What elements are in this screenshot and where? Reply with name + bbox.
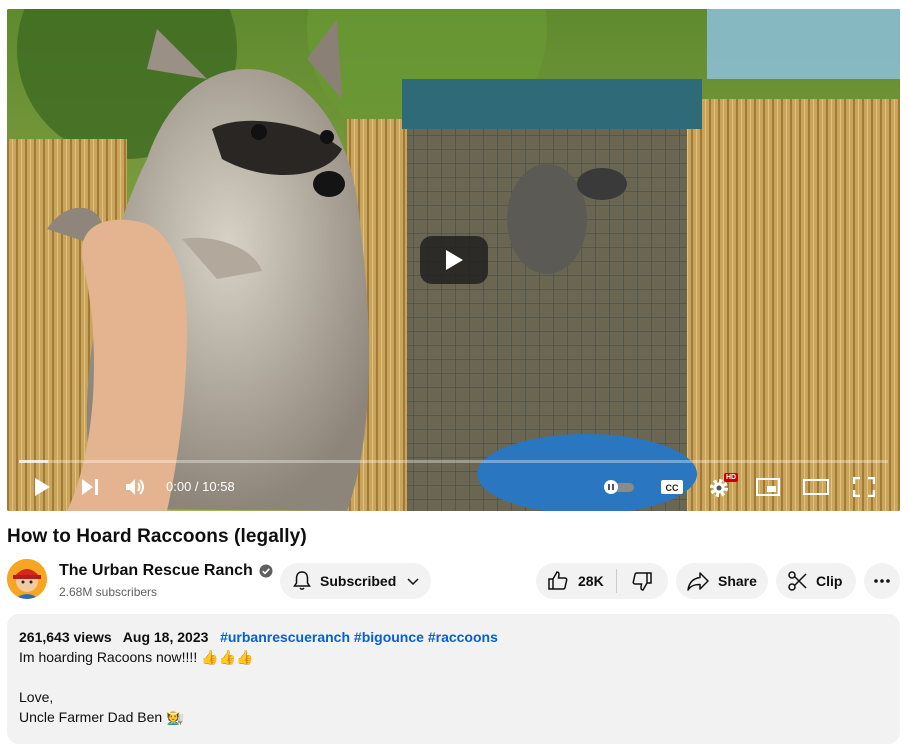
play-icon bbox=[446, 250, 463, 270]
captions-icon: CC bbox=[661, 480, 683, 494]
chevron-down-icon bbox=[407, 578, 419, 586]
time-current: 0:00 bbox=[166, 479, 192, 494]
volume-icon bbox=[126, 479, 144, 495]
autoplay-toggle[interactable] bbox=[601, 472, 637, 502]
share-label: Share bbox=[718, 573, 757, 589]
fullscreen-icon bbox=[853, 477, 875, 497]
like-button[interactable]: 28K bbox=[536, 563, 616, 599]
subscribe-button[interactable]: Subscribed bbox=[280, 563, 431, 599]
clip-label: Clip bbox=[816, 573, 843, 589]
theater-mode-button[interactable] bbox=[801, 472, 831, 502]
time-display: 0:00 / 10:58 bbox=[166, 479, 235, 494]
settings-button[interactable]: HD bbox=[705, 472, 739, 502]
upload-date: Aug 18, 2023 bbox=[122, 629, 209, 645]
like-dislike-group: 28K bbox=[536, 563, 668, 599]
view-count: 261,643 views bbox=[19, 629, 112, 645]
video-title: How to Hoard Raccoons (legally) bbox=[7, 526, 307, 547]
channel-avatar[interactable] bbox=[7, 559, 47, 599]
hd-badge: HD bbox=[724, 473, 739, 482]
channel-name-row[interactable]: The Urban Rescue Ranch bbox=[59, 562, 273, 580]
svg-text:CC: CC bbox=[666, 483, 679, 493]
avatar-image bbox=[7, 559, 47, 599]
description-meta: 261,643 views Aug 18, 2023 #urbanrescuer… bbox=[19, 629, 498, 645]
miniplayer-icon bbox=[756, 478, 780, 496]
time-total: 10:58 bbox=[202, 479, 235, 494]
hashtag-link[interactable]: #urbanrescueranch bbox=[220, 629, 350, 645]
share-button[interactable]: Share bbox=[676, 563, 768, 599]
bell-icon bbox=[293, 571, 311, 590]
clip-button[interactable]: Clip bbox=[776, 563, 856, 599]
thumbs-down-icon bbox=[632, 572, 652, 591]
description-line: Love, bbox=[19, 689, 54, 705]
hashtag-link[interactable]: #raccoons bbox=[428, 629, 498, 645]
video-player[interactable]: 0:00 / 10:58 CC HD bbox=[7, 9, 900, 511]
autoplay-toggle-icon bbox=[604, 480, 634, 494]
progress-bar[interactable] bbox=[19, 460, 888, 463]
play-icon bbox=[35, 478, 50, 496]
verified-icon bbox=[259, 564, 273, 578]
captions-button[interactable]: CC bbox=[657, 472, 687, 502]
like-count: 28K bbox=[578, 573, 604, 589]
subscribe-label: Subscribed bbox=[320, 573, 397, 589]
thumbs-up-icon bbox=[548, 571, 568, 590]
share-icon bbox=[687, 572, 709, 591]
volume-button[interactable] bbox=[123, 472, 149, 502]
theater-icon bbox=[803, 479, 829, 495]
subscriber-count: 2.68M subscribers bbox=[59, 585, 158, 599]
fullscreen-button[interactable] bbox=[849, 472, 879, 502]
next-button[interactable] bbox=[77, 472, 103, 502]
next-icon bbox=[82, 479, 98, 495]
description-line: Uncle Farmer Dad Ben 🧑‍🌾 bbox=[19, 709, 184, 725]
more-horizontal-icon bbox=[874, 579, 890, 583]
dislike-button[interactable] bbox=[617, 563, 667, 599]
miniplayer-button[interactable] bbox=[753, 472, 783, 502]
hashtag-link[interactable]: #bigounce bbox=[354, 629, 424, 645]
play-button[interactable] bbox=[29, 472, 55, 502]
progress-buffered bbox=[19, 460, 48, 463]
description-line: Im hoarding Racoons now!!!! 👍👍👍 bbox=[19, 649, 254, 665]
channel-name[interactable]: The Urban Rescue Ranch bbox=[59, 562, 253, 580]
scissors-icon bbox=[788, 571, 807, 591]
more-actions-button[interactable] bbox=[864, 563, 900, 599]
description-box[interactable]: 261,643 views Aug 18, 2023 #urbanrescuer… bbox=[7, 614, 900, 744]
big-play-button[interactable] bbox=[420, 236, 488, 284]
